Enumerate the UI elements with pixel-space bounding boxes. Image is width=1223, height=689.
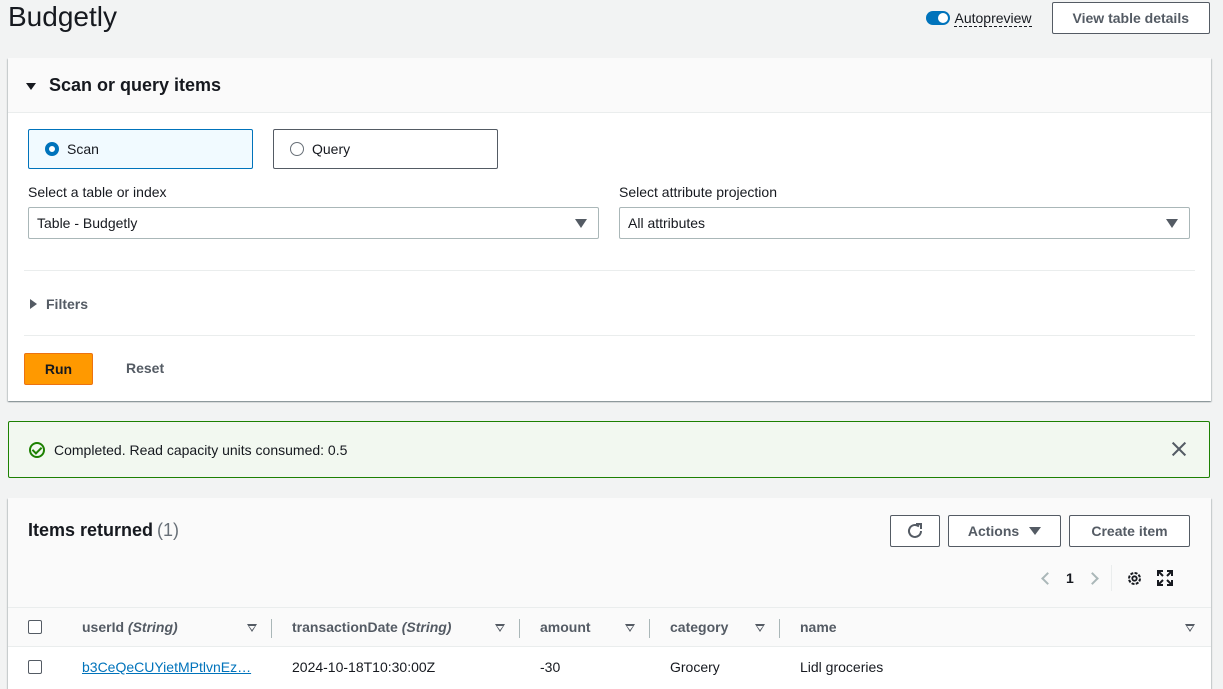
transactiondate-cell: 2024-10-18T10:30:00Z [292, 659, 436, 675]
column-name: category [670, 619, 729, 635]
column-name: name [800, 619, 837, 635]
actions-label: Actions [967, 523, 1020, 539]
chevron-right-icon[interactable] [1085, 571, 1099, 585]
table-select-value: Table - Budgetly [37, 215, 138, 231]
chevron-left-icon[interactable] [1041, 571, 1054, 585]
toggle-switch[interactable] [926, 11, 951, 25]
scan-radio[interactable] [45, 142, 59, 156]
userid-cell: b3CeQeCUYietMPtlvnEz… [82, 647, 251, 687]
top-actions: Autopreview View table details [926, 2, 1210, 34]
items-title-text: Items returned [28, 520, 154, 540]
items-panel: Items returned(1) Actions Create item 1 [8, 498, 1211, 689]
row-checkbox[interactable] [28, 660, 42, 674]
items-header: Items returned (1) Actions Create item 1 [8, 498, 1211, 607]
caret-down-icon [1029, 527, 1042, 535]
column-type: (String) [401, 619, 452, 635]
row-select-cell [28, 647, 42, 687]
column-header-name[interactable]: name [800, 608, 837, 646]
userid-link[interactable]: b3CeQeCUYietMPtlvnEz… [82, 659, 251, 675]
sort-caret-icon[interactable] [495, 624, 505, 632]
projection-select[interactable]: All attributes [619, 207, 1190, 239]
reset-button[interactable]: Reset [126, 360, 164, 376]
divider [24, 270, 1195, 271]
query-label: Query [312, 141, 351, 157]
expand-icon[interactable] [1156, 570, 1173, 586]
divider [24, 335, 1195, 336]
table-select[interactable]: Table - Budgetly [28, 207, 599, 239]
scan-panel-header[interactable]: Scan or query items [8, 58, 1211, 113]
items-title: Items returned (1) [28, 520, 179, 541]
sort-caret-icon[interactable] [247, 624, 257, 632]
column-resizer[interactable] [519, 619, 520, 638]
scan-panel-title: Scan or query items [49, 74, 222, 95]
items-count: (1) [157, 520, 180, 540]
success-flash: Completed. Read capacity units consumed:… [8, 421, 1210, 478]
mode-query-tile[interactable]: Query [273, 129, 498, 169]
scan-label: Scan [67, 141, 99, 157]
caret-down-icon [575, 219, 587, 228]
actions-button[interactable]: Actions [948, 515, 1061, 547]
refresh-button[interactable] [890, 515, 940, 547]
refresh-icon [908, 523, 922, 538]
column-resizer[interactable] [779, 619, 780, 638]
filters-toggle[interactable]: Filters [30, 296, 88, 312]
column-type: (String) [127, 619, 178, 635]
check-circle-icon [29, 441, 45, 458]
table-select-label: Select a table or index [28, 184, 167, 200]
run-button[interactable]: Run [24, 353, 93, 385]
column-header-category[interactable]: category [670, 608, 728, 646]
category-cell: Grocery [670, 659, 720, 675]
autopreview-label: Autopreview [954, 9, 1032, 27]
caret-right-icon[interactable] [30, 299, 37, 309]
sort-caret-icon[interactable] [1185, 624, 1195, 632]
column-resizer[interactable] [271, 619, 272, 638]
flash-message: Completed. Read capacity units consumed:… [54, 441, 348, 458]
create-item-button[interactable]: Create item [1069, 515, 1190, 547]
table-header: userId (String) transactionDate (String)… [8, 607, 1211, 647]
scan-query-panel: Scan or query items Scan Query Select a … [8, 58, 1211, 401]
name-cell: Lidl groceries [800, 659, 884, 675]
pagination: 1 [1041, 565, 1173, 591]
select-all-checkbox[interactable] [28, 620, 42, 634]
column-resizer[interactable] [649, 619, 650, 638]
column-name: userId [82, 619, 125, 635]
query-radio[interactable] [290, 142, 304, 156]
column-header-transactiondate[interactable]: transactionDate (String) [292, 608, 451, 646]
column-header-amount[interactable]: amount [540, 608, 591, 646]
caret-down-icon [1166, 219, 1178, 228]
amount-cell: -30 [540, 659, 561, 675]
select-all-cell [28, 608, 42, 646]
column-name: transactionDate [292, 619, 398, 635]
autopreview-toggle[interactable]: Autopreview [926, 9, 1032, 27]
caret-down-icon[interactable] [26, 83, 36, 90]
table-row[interactable]: b3CeQeCUYietMPtlvnEz… 2024-10-18T10:30:0… [8, 647, 1211, 687]
projection-select-value: All attributes [628, 215, 706, 231]
gear-icon[interactable] [1126, 570, 1143, 587]
column-name: amount [540, 619, 591, 635]
page-number[interactable]: 1 [1066, 570, 1074, 586]
sort-caret-icon[interactable] [755, 624, 765, 632]
column-header-userid[interactable]: userId (String) [82, 608, 178, 646]
filters-label: Filters [46, 296, 89, 312]
page-title: Budgetly [8, 1, 117, 32]
view-table-details-button[interactable]: View table details [1051, 2, 1210, 34]
mode-scan-tile[interactable]: Scan [28, 129, 253, 169]
close-icon[interactable] [1171, 441, 1187, 457]
sort-caret-icon[interactable] [625, 624, 635, 632]
projection-select-label: Select attribute projection [619, 184, 777, 200]
divider [1110, 565, 1112, 591]
